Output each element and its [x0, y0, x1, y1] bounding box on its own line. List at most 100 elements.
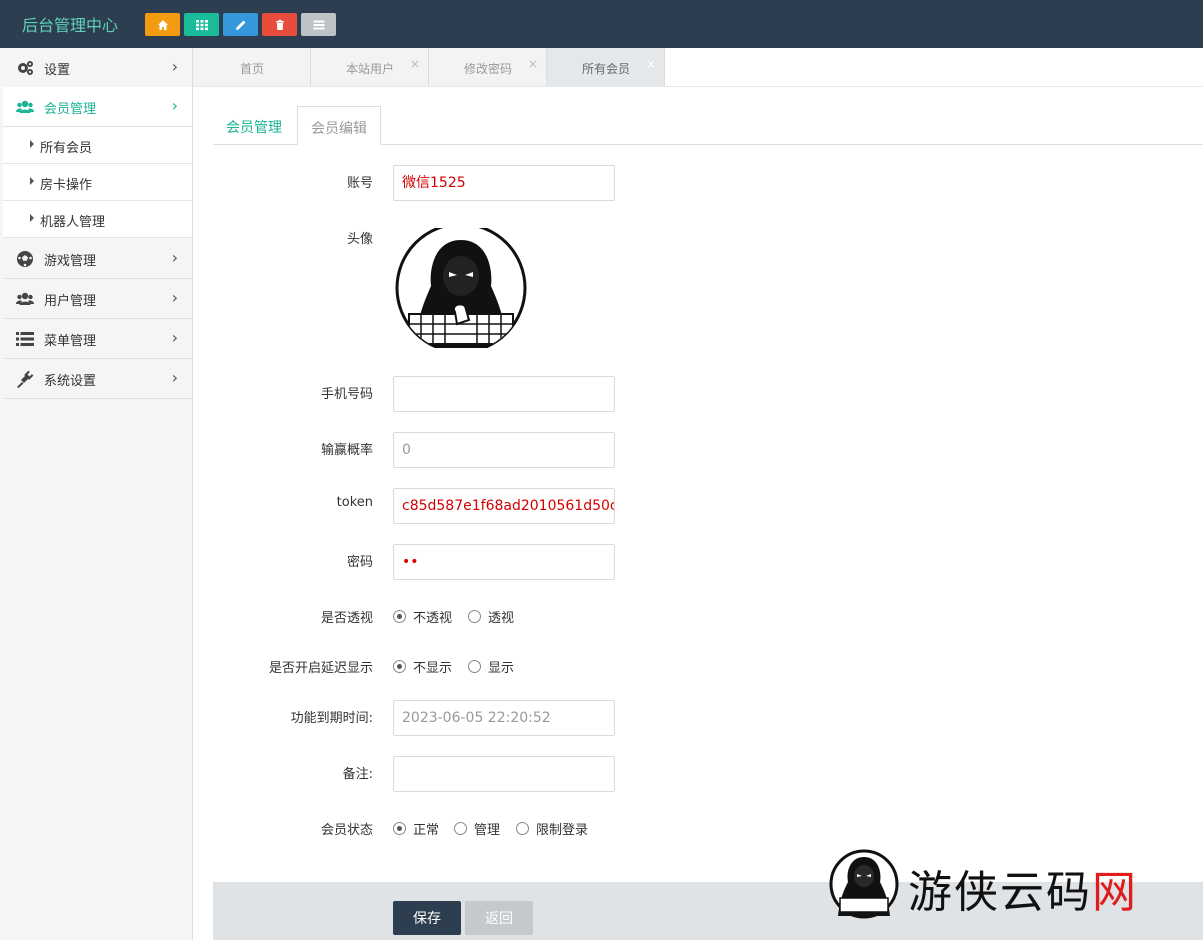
sidebar-item-label: 系统设置	[44, 374, 97, 389]
winrate-label: 输赢概率	[320, 443, 373, 458]
edit-button[interactable]	[223, 13, 258, 36]
sidebar-item-menu-management[interactable]: 菜单管理 ›	[3, 319, 192, 359]
tab-label: 首页	[239, 62, 264, 76]
status-radio-normal[interactable]: 正常	[393, 819, 439, 838]
grid-button[interactable]	[184, 13, 219, 36]
watermark: 游侠云码网	[828, 848, 1188, 920]
radio-label: 限制登录	[536, 823, 589, 838]
sidebar-item-label: 设置	[44, 63, 71, 78]
radio-label: 正常	[413, 823, 440, 838]
close-icon[interactable]: ×	[410, 57, 420, 71]
radio-label: 透视	[488, 611, 515, 626]
back-button[interactable]: 返回	[465, 901, 533, 935]
radio-unchecked[interactable]	[454, 822, 467, 835]
expire-field[interactable]: 2023-06-05 22:20:52	[393, 700, 615, 736]
delay-label: 是否开启延迟显示	[268, 661, 373, 676]
save-button[interactable]: 保存	[393, 901, 461, 935]
users-icon	[16, 100, 34, 113]
radio-checked[interactable]	[393, 610, 406, 623]
sidebar-subitem-robot-management[interactable]: 机器人管理	[3, 201, 192, 238]
winrate-field[interactable]: 0	[393, 432, 615, 468]
avatar-label: 头像	[346, 232, 373, 247]
chevron-right-icon: ›	[171, 288, 178, 307]
subtab-member-edit[interactable]: 会员编辑	[297, 106, 381, 145]
radio-label: 管理	[474, 823, 501, 838]
token-field[interactable]: c85d587e1f68ad2010561d50c6	[393, 488, 615, 524]
caret-right-icon	[30, 140, 34, 148]
radio-unchecked[interactable]	[516, 822, 529, 835]
caret-right-icon	[30, 177, 34, 185]
password-field[interactable]: ••	[393, 544, 615, 580]
phone-field[interactable]	[393, 376, 615, 412]
sidebar-subitem-label: 所有会员	[40, 141, 93, 156]
delay-radio-show[interactable]: 显示	[468, 657, 514, 676]
sidebar-item-user-management[interactable]: 用户管理 ›	[3, 279, 192, 319]
top-bar: 后台管理中心	[0, 0, 1203, 48]
radio-unchecked[interactable]	[468, 610, 481, 623]
sidebar-item-system-settings[interactable]: 系统设置 ›	[3, 359, 192, 399]
list-icon	[16, 332, 34, 346]
chevron-right-icon: ›	[171, 248, 178, 267]
password-label: 密码	[346, 555, 373, 570]
tab-all-members[interactable]: 所有会员 ×	[547, 48, 665, 86]
list-button[interactable]	[301, 13, 336, 36]
home-button[interactable]	[145, 13, 180, 36]
expire-label: 功能到期时间:	[290, 711, 373, 726]
status-radio-restricted[interactable]: 限制登录	[516, 819, 588, 838]
sidebar-subitem-label: 机器人管理	[40, 215, 106, 230]
avatar[interactable]	[394, 228, 528, 348]
tab-home[interactable]: 首页	[193, 48, 311, 86]
watermark-text-red: 网	[1092, 867, 1138, 918]
chevron-right-icon: ›	[171, 57, 178, 76]
sidebar-subitem-all-members[interactable]: 所有会员	[3, 127, 192, 164]
status-radio-admin[interactable]: 管理	[454, 819, 500, 838]
token-label: token	[336, 495, 373, 510]
delete-button[interactable]	[262, 13, 297, 36]
phone-label: 手机号码	[320, 387, 373, 402]
chevron-right-icon: ›	[171, 96, 178, 115]
sidebar-item-game-management[interactable]: 游戏管理 ›	[3, 239, 192, 279]
trash-icon	[275, 19, 284, 30]
plug-icon	[17, 370, 34, 388]
xray-radio-on[interactable]: 透视	[468, 607, 514, 626]
status-label: 会员状态	[320, 823, 373, 838]
caret-right-icon	[30, 214, 34, 222]
radio-label: 显示	[488, 661, 515, 676]
chevron-right-icon: ›	[171, 328, 178, 347]
radio-checked[interactable]	[393, 660, 406, 673]
close-icon[interactable]: ×	[528, 57, 538, 71]
watermark-text-black: 游侠云码	[908, 867, 1092, 918]
subtab-member-management[interactable]: 会员管理	[213, 106, 295, 145]
chevron-right-icon: ›	[171, 368, 178, 387]
home-icon	[157, 19, 168, 30]
remark-label: 备注:	[342, 767, 373, 782]
gears-icon	[18, 61, 33, 75]
soccer-ball-icon	[17, 251, 33, 267]
app-title[interactable]: 后台管理中心	[22, 12, 118, 36]
grid-icon	[195, 19, 208, 30]
account-label: 账号	[346, 176, 373, 191]
sidebar-item-label: 游戏管理	[44, 254, 97, 269]
list-icon	[313, 20, 324, 29]
sidebar-item-label: 菜单管理	[44, 334, 97, 349]
account-field[interactable]: 微信1525	[393, 165, 615, 201]
sidebar-item-label: 用户管理	[44, 294, 97, 309]
hacker-logo-icon	[829, 849, 899, 919]
delay-radio-hide[interactable]: 不显示	[393, 657, 452, 676]
radio-unchecked[interactable]	[468, 660, 481, 673]
sidebar-item-member-management[interactable]: 会员管理 ›	[3, 87, 192, 127]
xray-radio-off[interactable]: 不透视	[393, 607, 452, 626]
close-icon[interactable]: ×	[646, 57, 656, 71]
tab-site-users[interactable]: 本站用户 ×	[311, 48, 429, 86]
xray-label: 是否透视	[320, 611, 373, 626]
sidebar-subitem-room-card[interactable]: 房卡操作	[3, 164, 192, 201]
sidebar-subitem-label: 房卡操作	[40, 178, 93, 193]
watermark-text: 游侠云码网	[908, 856, 1138, 920]
radio-checked[interactable]	[393, 822, 406, 835]
pencil-icon	[235, 20, 245, 30]
remark-field[interactable]	[393, 756, 615, 792]
users-icon	[16, 292, 34, 305]
sidebar-item-settings[interactable]: 设置 ›	[3, 48, 192, 88]
tab-change-password[interactable]: 修改密码 ×	[429, 48, 547, 86]
radio-label: 不显示	[413, 661, 453, 676]
